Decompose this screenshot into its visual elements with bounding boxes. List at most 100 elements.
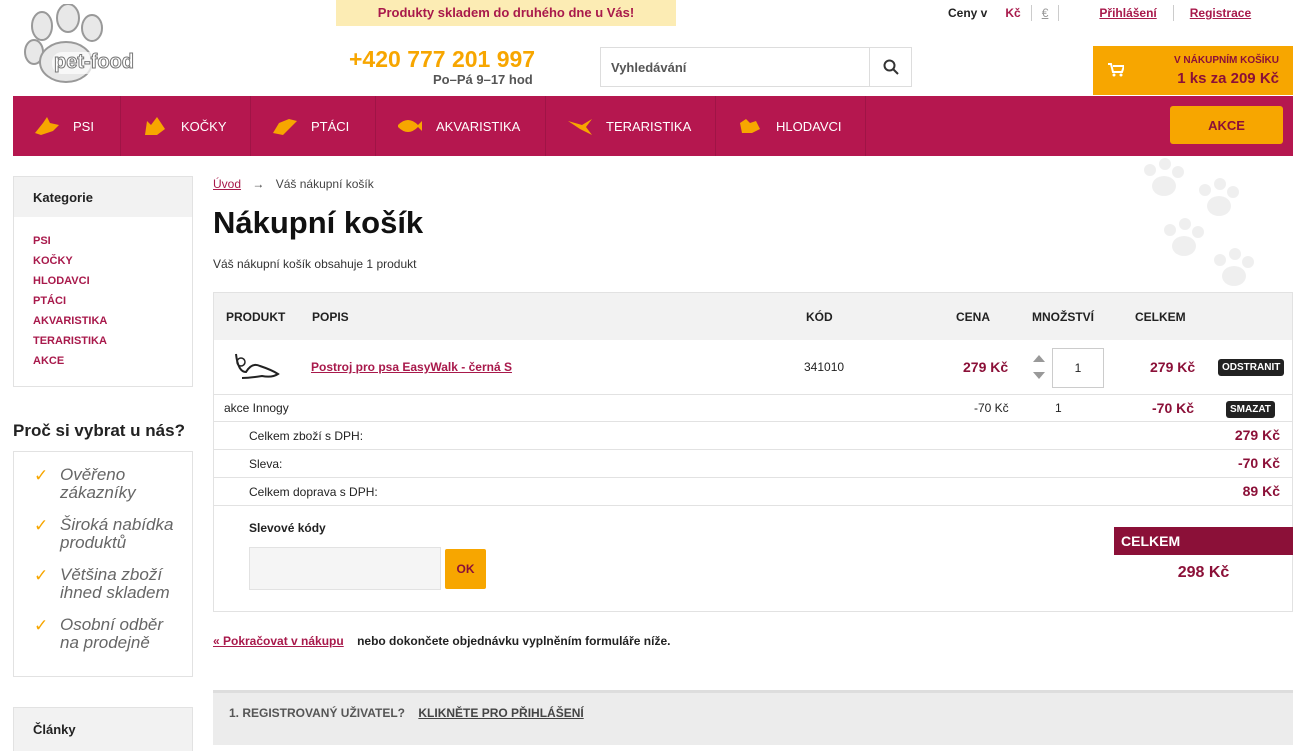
divider: [1030, 5, 1032, 21]
summary-label: Celkem doprava s DPH:: [249, 485, 378, 499]
quantity-arrows-icon[interactable]: [1032, 352, 1046, 382]
check-icon: ✓: [34, 566, 49, 585]
discount-name: akce Innogy: [224, 401, 289, 415]
search-input[interactable]: [601, 48, 869, 86]
lizard-icon: [568, 119, 592, 135]
cart-label: V NÁKUPNÍM KOŠÍKU: [1173, 55, 1279, 66]
dog-icon: [35, 117, 59, 135]
cart-table: PRODUKT POPIS KÓD CENA MNOŽSTVÍ CELKEM P…: [213, 292, 1293, 612]
summary-value: 279 Kč: [1234, 427, 1280, 443]
product-code: 341010: [804, 360, 845, 374]
login-click-link[interactable]: KLIKNĚTE PRO PŘIHLÁŠENÍ: [418, 706, 583, 720]
breadcrumb-home[interactable]: Úvod: [213, 177, 241, 191]
category-item[interactable]: PTÁCI: [33, 295, 192, 315]
discount-row: akce Innogy -70 Kč 1 -70 Kč SMAZAT: [214, 395, 1292, 422]
continue-text: nebo dokončete objednávku vyplněním form…: [357, 634, 671, 648]
search-button[interactable]: [869, 48, 911, 86]
table-header: PRODUKT POPIS KÓD CENA MNOŽSTVÍ CELKEM: [214, 293, 1292, 340]
product-image[interactable]: [232, 348, 282, 384]
articles-box: Články: [13, 707, 193, 751]
continue-shopping-link[interactable]: « Pokračovat v nákupu: [213, 634, 344, 648]
currency-eur[interactable]: €: [1042, 6, 1049, 20]
header-desc: POPIS: [312, 310, 349, 324]
nav-label: PTÁCI: [311, 118, 350, 134]
reason-text: Ověřeno zákazníky: [60, 465, 136, 502]
top-bar: Ceny v Kč € Přihlášení Registrace: [930, 0, 1251, 26]
header-code: KÓD: [806, 310, 833, 324]
breadcrumb: Úvod → Váš nákupní košík: [213, 177, 374, 191]
delete-button[interactable]: SMAZAT: [1226, 401, 1275, 418]
header-product: PRODUKT: [226, 310, 286, 324]
nav-item-kocky[interactable]: KOČKY: [121, 96, 251, 156]
cart-icon: [1108, 63, 1124, 77]
paw-decoration-icon: [1144, 158, 1254, 286]
logo-text: pet-food: [54, 51, 135, 74]
nav-item-hlodavci[interactable]: HLODAVCI: [716, 96, 866, 156]
reason-item: ✓ Osobní odběr na prodejně: [34, 616, 192, 652]
summary-value: -70 Kč: [1237, 455, 1280, 471]
registration-label-wrap: 1. REGISTROVANÝ UŽIVATEL? KLIKNĚTE PRO P…: [229, 706, 584, 720]
search-icon: [883, 59, 899, 75]
nav-label: KOČKY: [181, 118, 227, 134]
summary-value: 89 Kč: [1242, 483, 1280, 499]
paw-logo-icon: [24, 3, 152, 83]
reason-text: Široká nabídka produktů: [60, 515, 174, 552]
category-item[interactable]: AKVARISTIKA: [33, 315, 192, 335]
discount-qty: 1: [1055, 401, 1062, 415]
nav-label: TERARISTIKA: [606, 118, 692, 134]
nav-label: PSI: [73, 118, 94, 134]
category-title: Kategorie: [14, 177, 192, 217]
why-us-title: Proč si vybrat u nás?: [13, 421, 185, 440]
remove-button[interactable]: ODSTRANIT: [1218, 359, 1285, 376]
category-item[interactable]: AKCE: [33, 355, 192, 375]
login-link[interactable]: Přihlášení: [1099, 6, 1156, 20]
continue-section: « Pokračovat v nákupu nebo dokončete obj…: [213, 634, 670, 648]
discount-price: -70 Kč: [974, 401, 1009, 415]
bird-icon: [273, 119, 297, 135]
registration-label: 1. REGISTROVANÝ UŽIVATEL?: [229, 706, 406, 720]
prices-label: Ceny v: [948, 6, 988, 20]
category-box: Kategorie PSI KOČKY HLODAVCI PTÁCI AKVAR…: [13, 176, 193, 387]
coupon-ok-button[interactable]: OK: [445, 549, 486, 589]
discount-total: -70 Kč: [1152, 400, 1195, 416]
header-price: CENA: [956, 310, 991, 324]
nav-item-psi[interactable]: PSI: [13, 96, 121, 156]
category-item[interactable]: HLODAVCI: [33, 275, 192, 295]
registration-bottom: [213, 745, 1293, 751]
category-item[interactable]: TERARISTIKA: [33, 335, 192, 355]
breadcrumb-arrow: →: [252, 177, 265, 191]
table-row: Postroj pro psa EasyWalk - černá S 34101…: [214, 340, 1292, 395]
quantity-input[interactable]: 1: [1052, 348, 1104, 388]
reason-text: Osobní odběr na prodejně: [60, 615, 164, 652]
nav-label: AKVARISTIKA: [436, 118, 521, 134]
check-icon: ✓: [34, 516, 49, 535]
summary-label: Celkem zboží s DPH:: [249, 429, 364, 443]
nav-item-teraristika[interactable]: TERARISTIKA: [546, 96, 716, 156]
cart-summary: 1 ks za 209 Kč: [1177, 70, 1279, 87]
coupon-title: Slevové kódy: [249, 521, 326, 535]
summary-row: Sleva: -70 Kč: [214, 450, 1292, 478]
category-list: PSI KOČKY HLODAVCI PTÁCI AKVARISTIKA TER…: [14, 217, 192, 375]
cat-icon: [145, 117, 165, 135]
coupon-input[interactable]: [249, 547, 441, 590]
category-item[interactable]: PSI: [33, 235, 192, 255]
product-total: 279 Kč: [1150, 359, 1196, 375]
currency-czk[interactable]: Kč: [1005, 6, 1020, 20]
cart-widget[interactable]: V NÁKUPNÍM KOŠÍKU 1 ks za 209 Kč: [1093, 46, 1293, 95]
check-icon: ✓: [34, 616, 49, 635]
akce-button[interactable]: AKCE: [1170, 106, 1283, 144]
page-title: Nákupní košík: [213, 205, 424, 240]
logo[interactable]: pet-food: [20, 3, 160, 88]
phone-number[interactable]: +420 777 201 997: [349, 46, 535, 73]
nav-item-ptaci[interactable]: PTÁCI: [251, 96, 376, 156]
breadcrumb-current: Váš nákupní košík: [275, 177, 374, 191]
check-icon: ✓: [34, 466, 49, 485]
grand-total-value: 298 Kč: [1177, 564, 1230, 581]
summary-row: Celkem doprava s DPH: 89 Kč: [214, 478, 1292, 506]
category-item[interactable]: KOČKY: [33, 255, 192, 275]
register-link[interactable]: Registrace: [1190, 6, 1251, 20]
opening-hours: Po–Pá 9–17 hod: [433, 72, 533, 87]
header-total: CELKEM: [1135, 310, 1186, 324]
product-name-link[interactable]: Postroj pro psa EasyWalk - černá S: [311, 360, 512, 374]
nav-item-akvaristika[interactable]: AKVARISTIKA: [376, 96, 546, 156]
